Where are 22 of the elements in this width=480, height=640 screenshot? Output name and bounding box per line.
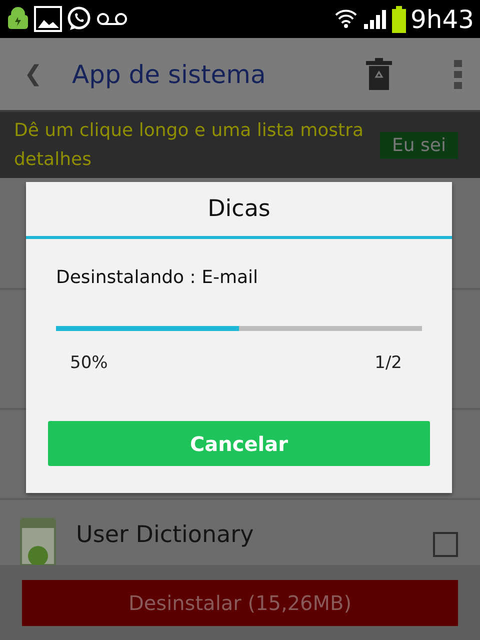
- menu-icon[interactable]: [454, 60, 462, 88]
- dialog-title: Dicas: [26, 182, 452, 239]
- app-name: User Dictionary: [76, 522, 255, 548]
- wifi-icon: [334, 7, 358, 31]
- checkbox[interactable]: [433, 532, 458, 557]
- dismiss-button[interactable]: Eu sei: [380, 132, 458, 158]
- image-icon: [34, 6, 62, 32]
- android-icon: [6, 7, 30, 31]
- chat-icon: [66, 6, 92, 32]
- progress-message: Desinstalando : E-mail: [56, 267, 260, 288]
- app-icon: [20, 518, 56, 566]
- screen-title: App de sistema: [72, 60, 267, 88]
- progress-percent: 50%: [70, 353, 108, 373]
- battery-icon: [392, 6, 406, 32]
- trash-icon[interactable]: [366, 58, 392, 90]
- back-button[interactable]: ❮: [24, 62, 72, 86]
- uninstall-button[interactable]: Desinstalar (15,26MB): [22, 580, 458, 626]
- clock-time: 9h43: [410, 4, 474, 34]
- progress-count: 1/2: [374, 353, 402, 373]
- signal-icon: [362, 7, 388, 31]
- tip-text: Dê um clique longo e uma lista mostra detalhes: [14, 119, 365, 172]
- cancel-button[interactable]: Cancelar: [48, 421, 430, 466]
